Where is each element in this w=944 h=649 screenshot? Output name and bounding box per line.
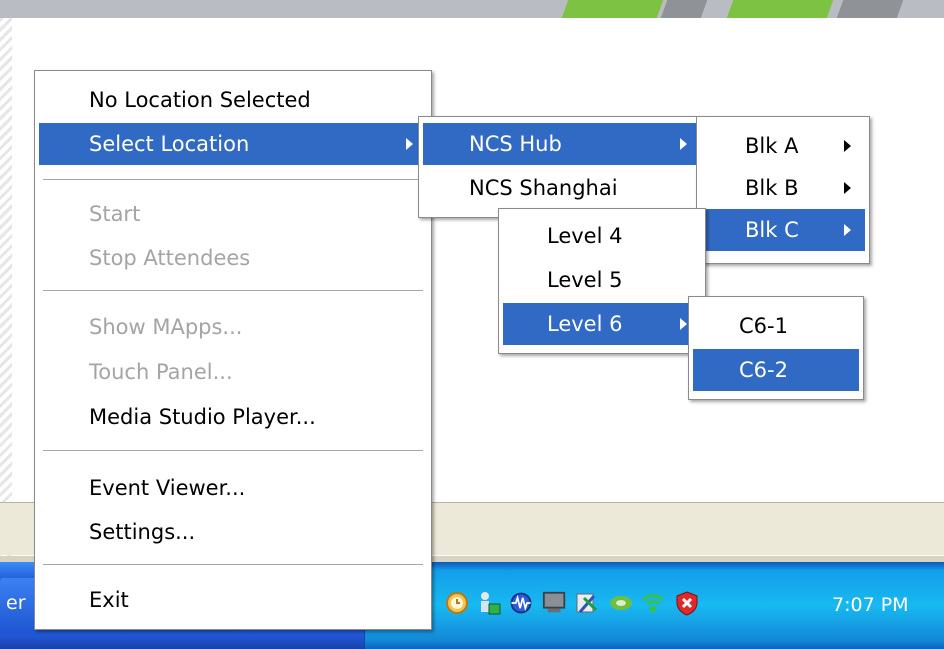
menu-item-label: Level 5 [547,268,623,292]
menu-item-label: No Location Selected [89,88,311,112]
submenu-arrow-icon [680,318,687,330]
menu-item-label: Level 4 [547,224,623,248]
submenu-arrow-icon [844,140,851,152]
menu-separator [43,564,423,566]
top-decorative-strip [0,0,944,18]
menu-item-label: Blk C [745,218,799,242]
menu-item-label: NCS Shanghai [469,176,618,200]
submenu-arrow-icon [406,138,413,150]
submenu-arrow-icon [680,138,687,150]
submenu-arrow-icon [844,182,851,194]
level-submenu: Level 4 Level 5 Level 6 [498,208,706,354]
menu-item-label: C6-1 [739,314,788,338]
menu-item-label: Media Studio Player... [89,405,316,429]
menu-item-label: NCS Hub [469,132,562,156]
menu-item-show-mapps[interactable]: Show MApps... [39,306,427,348]
tray-context-menu: No Location Selected Select Location Sta… [34,70,432,630]
network-user-icon[interactable] [476,590,502,616]
taskbar-clock[interactable]: 7:07 PM [832,594,909,616]
menu-item-no-location-selected[interactable]: No Location Selected [39,79,427,121]
menu-item-label: Select Location [89,132,250,156]
menu-item-event-viewer[interactable]: Event Viewer... [39,467,427,509]
menu-item-label: Event Viewer... [89,476,246,500]
menu-item-select-location[interactable]: Select Location [39,123,427,165]
submenu-arrow-icon [844,224,851,236]
menu-separator [43,179,423,181]
menu-item-label: Settings... [89,520,196,544]
audio-wave-icon[interactable] [508,590,534,616]
clock-icon[interactable] [444,590,470,616]
room-submenu: C6-1 C6-2 [688,296,864,400]
menu-item-ncs-shanghai[interactable]: NCS Shanghai [423,167,699,209]
menu-item-label: Level 6 [547,312,623,336]
menu-separator [43,450,423,452]
menu-item-label: Start [89,202,141,226]
menu-item-label: Stop Attendees [89,246,251,270]
tools-icon[interactable] [574,590,600,616]
menu-item-ncs-hub[interactable]: NCS Hub [423,123,699,165]
menu-item-blk-c[interactable]: Blk C [701,209,865,251]
menu-item-stop-attendees[interactable]: Stop Attendees [39,237,427,279]
location-submenu: NCS Hub NCS Shanghai [418,116,704,218]
menu-item-media-studio-player[interactable]: Media Studio Player... [39,396,427,438]
taskbar-window-button-label: er [6,592,26,614]
menu-item-label: Show MApps... [89,315,243,339]
menu-item-label: Blk A [745,134,799,158]
menu-item-level-5[interactable]: Level 5 [503,259,701,301]
menu-item-c6-1[interactable]: C6-1 [693,305,859,347]
menu-item-label: C6-2 [739,358,788,382]
green-stripe [726,0,834,18]
menu-item-blk-b[interactable]: Blk B [701,167,865,209]
menu-item-level-4[interactable]: Level 4 [503,215,701,257]
green-stripe [561,0,664,18]
menu-item-touch-panel[interactable]: Touch Panel... [39,351,427,393]
monitor-icon[interactable] [542,590,568,616]
menu-item-label: Touch Panel... [89,360,233,384]
block-submenu: Blk A Blk B Blk C [696,116,870,264]
grey-stripe [836,0,904,18]
grey-stripe [660,0,708,18]
menu-item-exit[interactable]: Exit [39,579,427,621]
menu-item-c6-2[interactable]: C6-2 [693,349,859,391]
menu-item-blk-a[interactable]: Blk A [701,125,865,167]
nvidia-icon[interactable] [608,590,634,616]
menu-separator [43,290,423,292]
wireless-icon[interactable] [640,590,666,616]
menu-item-settings[interactable]: Settings... [39,511,427,553]
menu-item-label: Blk B [745,176,799,200]
menu-item-start[interactable]: Start [39,193,427,235]
security-shield-icon[interactable] [674,590,700,616]
menu-item-level-6[interactable]: Level 6 [503,303,701,345]
menu-item-label: Exit [89,588,129,612]
